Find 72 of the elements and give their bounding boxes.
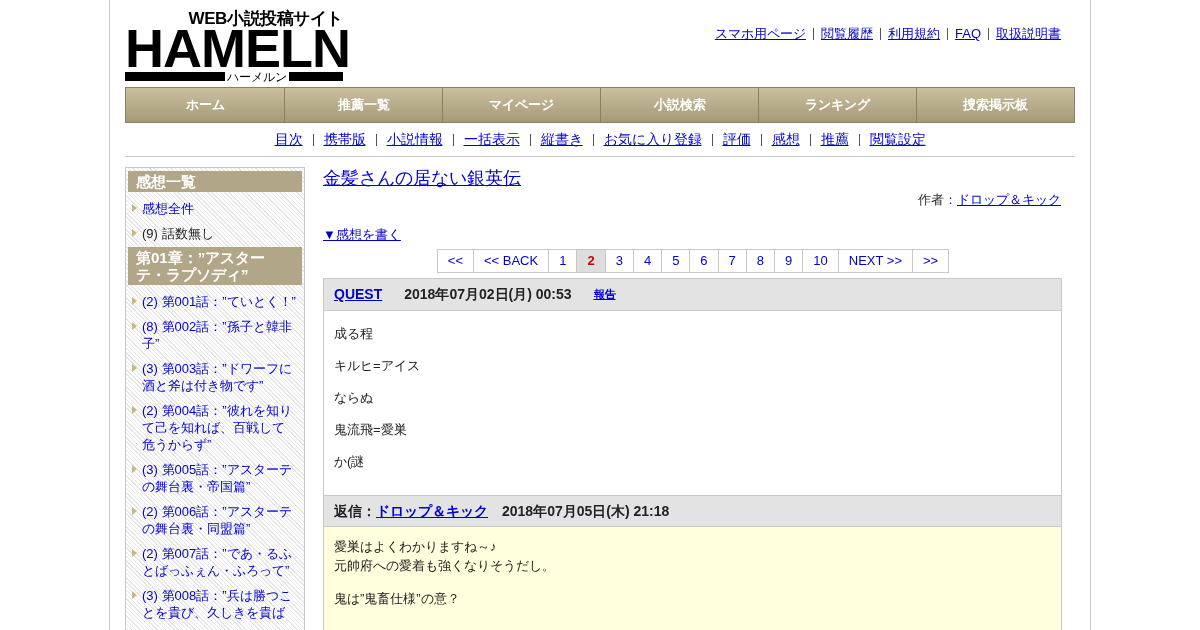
subnav-link[interactable]: 評価 (722, 129, 751, 150)
comment-text: キルヒ=アイス (334, 357, 421, 375)
top-link[interactable]: FAQ (955, 24, 981, 44)
sidebar-link[interactable]: (2) 第007話：”であ・るふとばっふぇん・ふろって” (142, 545, 296, 579)
triangle-bullet-icon (132, 507, 137, 515)
subnav-link[interactable]: 目次 (274, 129, 303, 150)
logo-bar (289, 72, 343, 81)
page-link[interactable]: 10 (803, 249, 839, 273)
page-link[interactable]: 8 (746, 249, 776, 273)
sidebar-heading: 感想一覧 (128, 171, 302, 192)
triangle-bullet-icon (132, 591, 137, 599)
page-link[interactable]: 1 (549, 249, 578, 273)
triangle-bullet-icon (132, 465, 137, 473)
logo-reading: ハーメルン (225, 69, 289, 84)
reply-text: 愛巣はよくわかりますね～♪ 元帥府への愛着も強くなりそうだし。 (334, 538, 556, 575)
subnav-link[interactable]: 携帯版 (323, 129, 366, 150)
comment-text: ならぬ (334, 389, 374, 407)
logo-tagline: WEB小説投稿サイト (188, 10, 344, 27)
page-link[interactable]: 2 (577, 249, 606, 273)
commenter-link[interactable]: QUEST (334, 284, 383, 305)
triangle-bullet-icon (132, 549, 137, 557)
page-link[interactable]: NEXT >> (838, 249, 913, 273)
sidebar-link[interactable]: (2) 第001話：”ていとく！” (142, 293, 296, 310)
page-link[interactable]: << (436, 249, 474, 273)
subnav-link[interactable]: 閲覧設定 (869, 129, 926, 150)
sidebar-link[interactable]: (8) 第002話：”孫子と韓非子” (142, 318, 296, 352)
author-link[interactable]: ドロップ＆キック (957, 190, 1061, 210)
page-link[interactable]: << BACK (474, 249, 550, 273)
sidebar-link[interactable]: 感想全件 (142, 200, 194, 217)
comment-text: 成る程 (334, 325, 374, 343)
report-link[interactable]: 報告 (593, 286, 616, 303)
subnav-link[interactable]: 小説情報 (386, 129, 443, 150)
reply-date: 2018年07月05日(木) 21:18 (502, 501, 670, 521)
sidebar-text: (9) 話数無し (142, 225, 214, 242)
top-link[interactable]: 閲覧履歴 (821, 24, 873, 44)
reply-author-link[interactable]: ドロップ＆キック (376, 500, 488, 522)
subnav-link[interactable]: 一括表示 (463, 129, 520, 150)
top-link[interactable]: スマホ用ページ (715, 24, 806, 44)
page-link[interactable]: 3 (605, 249, 634, 273)
sidebar-link[interactable]: (2) 第006話：”アスターテの舞台裏・同盟篇” (142, 503, 296, 537)
sidebar-link[interactable]: (3) 第005話：”アスターテの舞台裏・帝国篇” (142, 461, 296, 495)
page-link[interactable]: 4 (633, 249, 663, 273)
triangle-bullet-icon (132, 322, 137, 330)
novel-title-link[interactable]: 金髪さんの居ない銀英伝 (323, 167, 521, 189)
triangle-bullet-icon (132, 364, 137, 372)
triangle-bullet-icon (132, 297, 137, 305)
comment-text: か(謎 (334, 453, 366, 471)
subnav-link[interactable]: 縦書き (540, 129, 583, 150)
logo-wordmark: HAMELN (125, 27, 350, 69)
comment-date: 2018年07月02日(月) 00:53 (404, 285, 572, 304)
reply-label: 返信： (334, 501, 376, 521)
top-link[interactable]: 取扱説明書 (996, 24, 1061, 44)
page-link[interactable]: 5 (662, 249, 691, 273)
reply-text: 鬼は”鬼畜仕様”の意？ (334, 590, 461, 608)
triangle-bullet-icon (132, 229, 137, 237)
page-link[interactable]: 6 (690, 249, 719, 273)
comment-text: 鬼流飛=愛巣 (334, 421, 408, 439)
subnav-link[interactable]: 推薦 (820, 129, 849, 150)
write-comment-link[interactable]: ▼感想を書く (323, 224, 401, 244)
top-link[interactable]: 利用規約 (888, 24, 940, 44)
sidebar-link[interactable]: (2) 第004話：”彼れを知りて己を知れば、百戦して危うからず” (142, 402, 296, 453)
page-link[interactable]: 9 (775, 249, 804, 273)
sidebar-heading: 第01章：”アスターテ・ラプソディ” (128, 247, 302, 285)
sidebar-link[interactable]: (3) 第008話：”兵は勝つことを貴び、久しきを貴ば (142, 587, 296, 621)
sidebar-link[interactable]: (3) 第003話：”ドワーフに酒と斧は付き物です” (142, 360, 296, 394)
page-link[interactable]: >> (913, 249, 950, 273)
triangle-bullet-icon (132, 406, 137, 414)
triangle-bullet-icon (132, 204, 137, 212)
subnav-link[interactable]: 感想 (771, 129, 800, 150)
page-link[interactable]: 7 (718, 249, 747, 273)
subnav-link[interactable]: お気に入り登録 (603, 129, 702, 150)
author-label: 作者： (918, 191, 957, 209)
